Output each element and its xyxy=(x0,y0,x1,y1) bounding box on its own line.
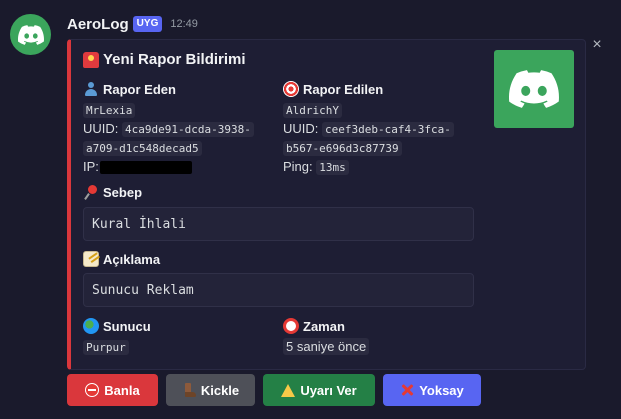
action-buttons: Banla Kickle Uyarı Ver Yoksay xyxy=(67,374,481,406)
server-value: Purpur xyxy=(83,340,129,355)
bot-message: AeroLog UYG 12:49 × Yeni Rapor Bildirimi… xyxy=(0,0,621,419)
memo-icon xyxy=(83,251,99,267)
field-label: Rapor Edilen xyxy=(303,81,384,97)
uuid-label: UUID: xyxy=(83,121,119,136)
warn-button[interactable]: Uyarı Ver xyxy=(263,374,375,406)
embed-thumbnail[interactable] xyxy=(494,50,574,128)
redacted-ip xyxy=(99,161,192,175)
cross-mark-icon xyxy=(400,383,414,397)
no-entry-icon xyxy=(85,383,100,397)
globe-icon xyxy=(83,318,99,334)
field-reported: Rapor Edilen AldrichY UUID: ceef3deb-caf… xyxy=(283,80,483,177)
username[interactable]: AeroLog xyxy=(67,16,129,33)
kick-button[interactable]: Kickle xyxy=(166,374,255,406)
ping-value: 13ms xyxy=(316,160,349,175)
ban-button-label: Banla xyxy=(104,382,140,398)
dismiss-button[interactable]: Yoksay xyxy=(383,374,481,406)
timestamp[interactable]: 12:49 xyxy=(170,18,198,30)
reported-name: AldrichY xyxy=(283,103,342,118)
discord-logo-icon xyxy=(509,70,559,108)
field-label: Sebep xyxy=(103,184,143,200)
reporter-uuid-2: a709-d1c548decad5 xyxy=(83,141,202,156)
reporter-uuid-1: 4ca9de91-dcda-3938- xyxy=(122,122,254,137)
field-description: Açıklama xyxy=(83,250,160,268)
dismiss-button-label: Yoksay xyxy=(419,382,464,398)
field-label: Sunucu xyxy=(103,318,151,334)
field-label: Zaman xyxy=(303,318,345,334)
boot-icon xyxy=(182,383,196,397)
reported-uuid-2: b567-e696d3c87739 xyxy=(283,141,402,156)
field-reporter: Rapor Eden MrLexia UUID: 4ca9de91-dcda-3… xyxy=(83,80,273,176)
discord-logo-icon xyxy=(17,24,44,45)
field-server: Sunucu Purpur xyxy=(83,317,273,357)
ban-button[interactable]: Banla xyxy=(67,374,158,406)
embed-title: Yeni Rapor Bildirimi xyxy=(83,51,246,68)
field-label: Açıklama xyxy=(103,251,161,267)
rotating-light-icon xyxy=(83,51,99,68)
field-time: Zaman 5 saniye önce xyxy=(283,317,483,356)
description-codeblock: Sunucu Reklam xyxy=(83,273,474,307)
bot-avatar[interactable] xyxy=(10,14,51,55)
app-badge: UYG xyxy=(132,16,163,32)
message-header: AeroLog UYG 12:49 xyxy=(67,14,198,34)
warning-icon xyxy=(281,383,296,397)
field-label: Rapor Eden xyxy=(103,81,176,97)
reported-uuid-1: ceef3deb-caf4-3fca- xyxy=(322,122,454,137)
target-icon xyxy=(283,81,299,97)
close-icon[interactable]: × xyxy=(590,37,604,53)
ip-label: IP: xyxy=(83,159,99,174)
bust-icon xyxy=(83,81,99,97)
reason-codeblock: Kural İhlali xyxy=(83,207,474,241)
kick-button-label: Kickle xyxy=(200,382,240,398)
pushpin-icon xyxy=(83,184,99,200)
uuid-label: UUID: xyxy=(283,121,319,136)
alarm-clock-icon xyxy=(283,318,299,334)
field-reason: Sebep xyxy=(83,183,142,201)
reporter-name: MrLexia xyxy=(83,103,136,118)
embed-title-text: Yeni Rapor Bildirimi xyxy=(103,51,246,68)
report-embed: Yeni Rapor Bildirimi Rapor Eden MrLexia … xyxy=(67,39,586,370)
warn-button-label: Uyarı Ver xyxy=(300,382,357,398)
time-value: 5 saniye önce xyxy=(283,338,370,355)
ping-label: Ping: xyxy=(283,159,313,174)
